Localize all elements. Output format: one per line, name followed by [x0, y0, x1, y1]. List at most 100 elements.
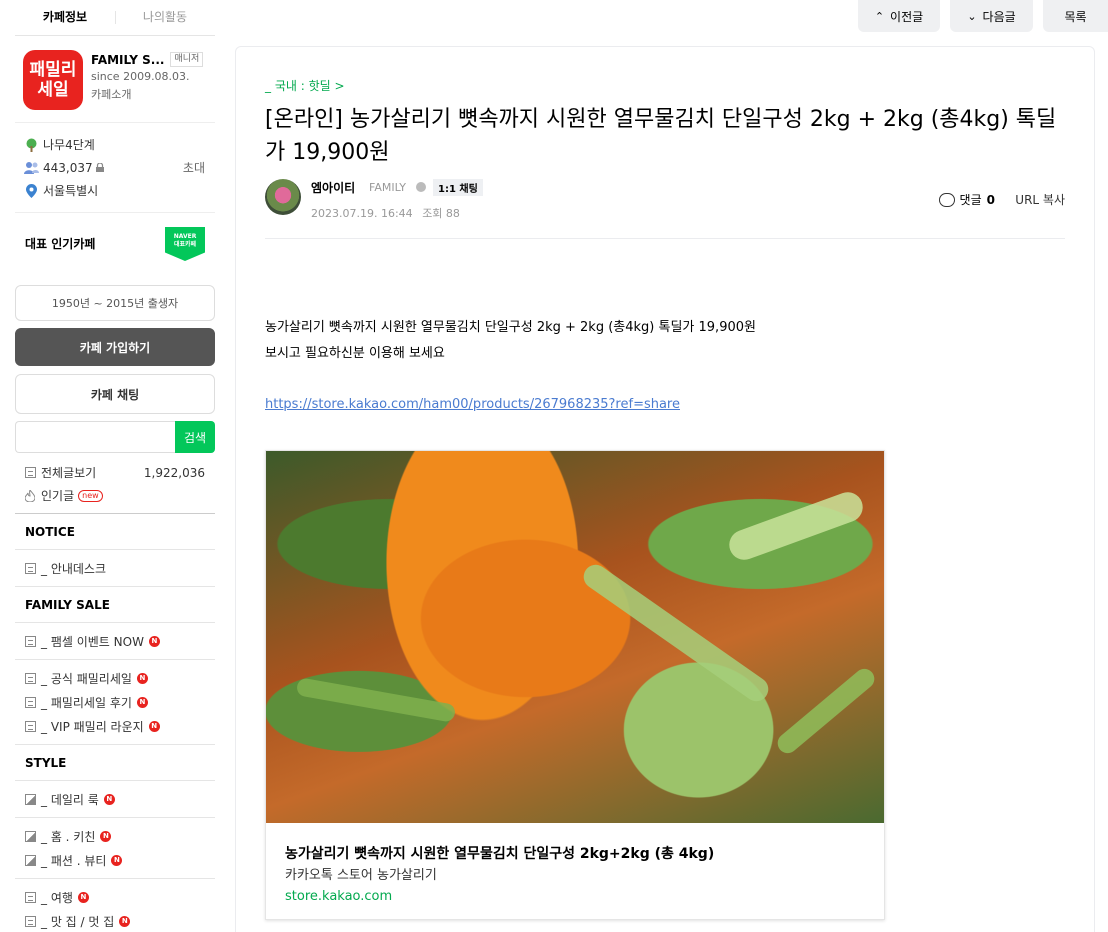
- menu-item-label: _ 패밀리세일 후기: [41, 695, 132, 710]
- search-button[interactable]: 검색: [175, 421, 215, 453]
- cafe-stats: 나무4단계 443,037 초대 서울특별시: [15, 123, 215, 213]
- location-label: 서울특별시: [43, 184, 99, 198]
- image-leaf-shape: [773, 664, 879, 758]
- preview-domain: store.kakao.com: [285, 889, 393, 904]
- menu-section-style: STYLE: [15, 745, 215, 781]
- writer-nickname[interactable]: 엠아이티: [311, 179, 355, 196]
- new-post-badge: N: [111, 854, 123, 866]
- list-label: 목록: [1064, 9, 1087, 24]
- rep-label: 대표 인기카페: [25, 236, 96, 251]
- preview-title: 농가살리기 뼛속까지 시원한 열무물김치 단일구성 2kg+2kg (총 4kg…: [285, 846, 715, 862]
- location-pin-icon: [23, 183, 39, 198]
- menu-group-notice: _ 안내데스크: [15, 550, 215, 587]
- birth-year-filter[interactable]: 1950년 ~ 2015년 출생자: [15, 285, 215, 321]
- cafe-intro-link[interactable]: 카페소개: [91, 86, 203, 103]
- writer-info: 엠아이티 FAMILY 1:1 채팅 2023.07.19. 16:44 조회 …: [265, 179, 1065, 239]
- menu-item-restaurants[interactable]: _ 맛 집 / 멋 집 N: [25, 909, 215, 932]
- menu-item-vip-lounge[interactable]: _ VIP 패밀리 라운지 N: [25, 714, 215, 738]
- menu-group-style-2: _ 홈 . 키친 N _ 패션 . 뷰티 N: [15, 818, 215, 879]
- all-posts-link[interactable]: 전체글보기 1,922,036: [25, 461, 215, 484]
- image-leaf-shape: [295, 677, 457, 723]
- menu-item-info-desk[interactable]: _ 안내데스크: [25, 556, 215, 580]
- board-link[interactable]: _ 국내 : 핫딜 >: [265, 77, 345, 94]
- menu-item-sale-review[interactable]: _ 패밀리세일 후기 N: [25, 690, 215, 714]
- menu-item-daily-look[interactable]: _ 데일리 룩 N: [25, 787, 215, 811]
- chevron-up-icon: ⌃: [874, 9, 885, 23]
- image-leaf-shape: [579, 560, 773, 706]
- cafe-profile: 패밀리 세일 FAMILY S... 매니저 since 2009.08.03.…: [15, 36, 215, 123]
- menu-item-label: _ 데일리 룩: [41, 792, 99, 807]
- comment-link[interactable]: 댓글 0: [938, 191, 995, 208]
- image-board-icon: [25, 854, 36, 866]
- tab-my-activity[interactable]: 나의활동: [115, 0, 215, 35]
- board-icon: [25, 562, 36, 574]
- comment-icon: [938, 192, 955, 207]
- post-meta: 2023.07.19. 16:44 조회 88: [311, 205, 460, 221]
- comment-label: 댓글: [959, 193, 982, 207]
- member-count: 443,037: [43, 160, 93, 175]
- board-icon: [25, 891, 36, 903]
- one-on-one-chat-button[interactable]: 1:1 채팅: [433, 179, 483, 196]
- naver-badge[interactable]: NAVER 대표카페: [165, 227, 205, 261]
- lock-icon: [95, 163, 104, 172]
- menu-group-sale-1: _ 팸셀 이벤트 NOW N: [15, 623, 215, 660]
- link-preview-card[interactable]: 농가살리기 뼛속까지 시원한 열무물김치 단일구성 2kg+2kg (총 4kg…: [265, 450, 885, 920]
- search-input[interactable]: [15, 421, 175, 453]
- sidebar: 카페정보 나의활동 패밀리 세일 FAMILY S... 매니저 since 2…: [15, 0, 215, 932]
- popular-posts-link[interactable]: 인기글 new: [25, 484, 215, 507]
- menu-section-family-sale: FAMILY SALE: [15, 587, 215, 623]
- article-body: 농가살리기 뼛속까지 시원한 열무물김치 단일구성 2kg + 2kg (총4k…: [265, 315, 756, 367]
- article-title: [온라인] 농가살리기 뼛속까지 시원한 열무물김치 단일구성 2kg + 2k…: [265, 107, 1057, 165]
- naver-badge-line-2: 대표카페: [173, 241, 197, 248]
- cafe-members[interactable]: 443,037 초대: [23, 156, 215, 179]
- popular-label: 인기글: [41, 489, 75, 503]
- invite-button[interactable]: 초대: [183, 159, 215, 176]
- menu-item-label: _ 맛 집 / 멋 집: [41, 914, 115, 929]
- cafe-name[interactable]: FAMILY S...: [91, 53, 164, 67]
- new-post-badge: N: [148, 720, 160, 732]
- naver-badge-line-1: NAVER: [173, 233, 197, 240]
- writer-grade: FAMILY: [369, 181, 406, 194]
- menu-item-fashion-beauty[interactable]: _ 패션 . 뷰티 N: [25, 848, 215, 872]
- flame-icon: [25, 489, 36, 502]
- new-badge: new: [78, 489, 103, 502]
- next-post-button[interactable]: ⌄ 다음글: [950, 0, 1033, 32]
- menu-item-travel[interactable]: _ 여행 N: [25, 885, 215, 909]
- menu-item-official-sale[interactable]: _ 공식 패밀리세일 N: [25, 666, 215, 690]
- representative-cafe: 대표 인기카페 NAVER 대표카페: [15, 213, 215, 273]
- new-post-badge: N: [119, 915, 131, 927]
- menu-item-label: _ VIP 패밀리 라운지: [41, 719, 144, 734]
- menu-item-label: _ 여행: [41, 890, 73, 905]
- avatar[interactable]: [265, 179, 301, 215]
- cafe-logo-line-2: 세일: [37, 80, 69, 100]
- cafe-logo[interactable]: 패밀리 세일: [23, 50, 83, 110]
- list-button[interactable]: 목록: [1043, 0, 1108, 32]
- tab-cafe-info[interactable]: 카페정보: [15, 0, 115, 35]
- tree-icon: [23, 138, 39, 152]
- new-post-badge: N: [148, 635, 160, 647]
- cafe-level-label: 나무4단계: [43, 138, 95, 152]
- join-cafe-button[interactable]: 카페 가입하기: [15, 328, 215, 366]
- product-image: [266, 451, 884, 823]
- post-date: 2023.07.19. 16:44: [311, 207, 413, 220]
- menu-item-label: _ 패션 . 뷰티: [41, 853, 107, 868]
- board-icon: [25, 672, 36, 684]
- menu-item-home-kitchen[interactable]: _ 홈 . 키친 N: [25, 824, 215, 848]
- post-views: 조회 88: [422, 207, 460, 220]
- menu-section-notice: NOTICE: [15, 514, 215, 550]
- body-line-2: 보시고 필요하신분 이용해 보세요: [265, 346, 445, 361]
- preview-description: 카카오톡 스토어 농가살리기: [285, 868, 437, 883]
- prev-post-button[interactable]: ⌃ 이전글: [858, 0, 940, 32]
- cafe-logo-line-1: 패밀리: [29, 60, 77, 80]
- menu-group-sale-2: _ 공식 패밀리세일 N _ 패밀리세일 후기 N _ VIP 패밀리 라운지 …: [15, 660, 215, 745]
- body-line-1: 농가살리기 뼛속까지 시원한 열무물김치 단일구성 2kg + 2kg (총4k…: [265, 320, 756, 335]
- menu-item-label: _ 안내데스크: [41, 561, 107, 576]
- menu-item-event-now[interactable]: _ 팸셀 이벤트 NOW N: [25, 629, 215, 653]
- cafe-chat-button[interactable]: 카페 채팅: [15, 374, 215, 414]
- manager-badge: 매니저: [170, 52, 204, 67]
- menu-group-style-1: _ 데일리 룩 N: [15, 781, 215, 818]
- menu-item-label: _ 팸셀 이벤트 NOW: [41, 634, 144, 649]
- url-copy-button[interactable]: URL 복사: [1015, 191, 1065, 208]
- product-link[interactable]: https://store.kakao.com/ham00/products/2…: [265, 397, 680, 412]
- cafe-level[interactable]: 나무4단계: [23, 133, 215, 156]
